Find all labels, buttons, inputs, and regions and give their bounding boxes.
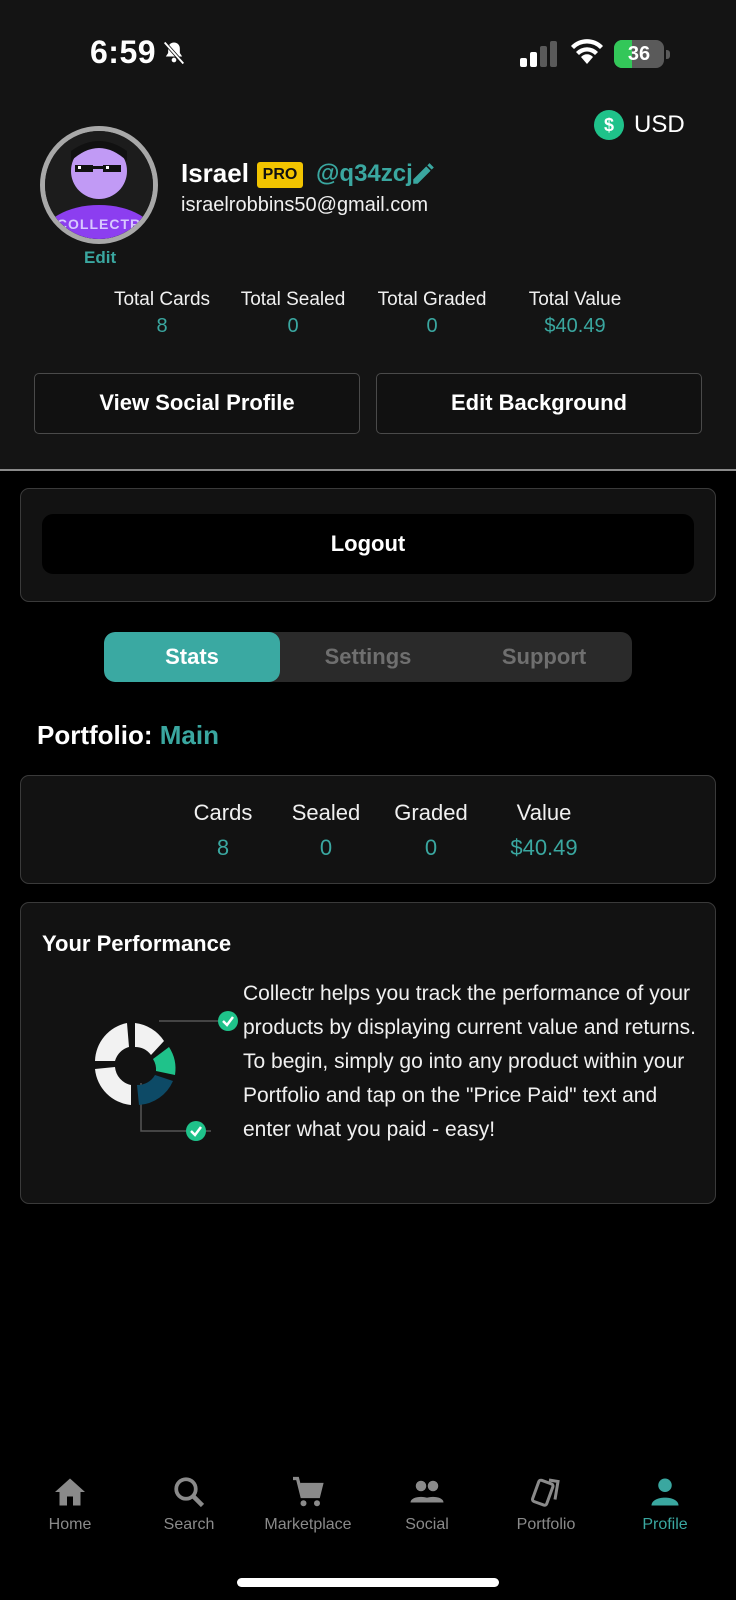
profile-header: 6:59 36 $ USD COLLECTR Edit Israel PRO @… (0, 0, 736, 471)
portfolio-sealed-stat: Sealed 0 (291, 800, 361, 860)
bottom-navigation: Home Search Marketplace Social Portfolio… (0, 1460, 736, 1560)
performance-card: Your Performance Collectr helps you trac… (20, 902, 716, 1204)
people-icon (410, 1480, 444, 1503)
bell-muted-icon (163, 41, 185, 65)
pro-badge: PRO (257, 162, 303, 188)
avatar[interactable]: COLLECTR (40, 126, 158, 244)
cards-icon (530, 1478, 560, 1507)
avatar-text: COLLECTR (57, 216, 141, 232)
home-indicator[interactable] (237, 1578, 499, 1587)
edit-avatar-link[interactable]: Edit (84, 248, 116, 268)
portfolio-graded-stat: Graded 0 (394, 800, 468, 860)
status-time: 6:59 (90, 34, 157, 70)
tab-support[interactable]: Support (456, 632, 632, 682)
user-email: israelrobbins50@gmail.com (181, 194, 429, 216)
dollar-icon[interactable]: $ (594, 110, 624, 140)
person-icon (651, 1478, 679, 1506)
portfolio-title: Portfolio: Main (37, 720, 219, 750)
pencil-icon[interactable] (410, 161, 436, 187)
edit-background-button[interactable]: Edit Background (376, 373, 702, 434)
nav-social[interactable]: Social (367, 1460, 487, 1534)
nav-home[interactable]: Home (10, 1460, 130, 1534)
logout-card: Logout (20, 488, 716, 602)
total-sealed-stat: Total Sealed 0 (240, 289, 346, 337)
nav-search[interactable]: Search (129, 1460, 249, 1534)
tab-settings[interactable]: Settings (280, 632, 456, 682)
currency-selector[interactable]: USD (634, 110, 685, 140)
search-icon (174, 1477, 205, 1508)
total-cards-stat: Total Cards 8 (113, 289, 211, 337)
logout-button[interactable]: Logout (42, 514, 694, 574)
performance-chart-icon (95, 1011, 238, 1141)
view-social-profile-button[interactable]: View Social Profile (34, 373, 360, 434)
wifi-icon (571, 39, 603, 64)
username: Israel (181, 158, 249, 188)
portfolio-stats-card: Cards 8 Sealed 0 Graded 0 Value $40.49 (20, 775, 716, 884)
battery-level: 36 (627, 43, 651, 65)
portfolio-name[interactable]: Main (160, 720, 219, 750)
tab-stats[interactable]: Stats (104, 632, 280, 682)
nav-portfolio[interactable]: Portfolio (486, 1460, 606, 1534)
user-handle: @q34zcj (316, 160, 413, 187)
home-icon (55, 1478, 85, 1506)
cart-icon (293, 1476, 324, 1507)
total-graded-stat: Total Graded 0 (377, 289, 487, 337)
nav-profile[interactable]: Profile (605, 1460, 725, 1534)
performance-title: Your Performance (42, 931, 232, 956)
total-value-stat: Total Value $40.49 (528, 289, 622, 337)
portfolio-cards-stat: Cards 8 (193, 800, 253, 860)
signal-icon (520, 41, 557, 67)
performance-description: Collectr helps you track the performance… (243, 982, 696, 1141)
battery-indicator: 36 (614, 40, 670, 68)
portfolio-value-stat: Value $40.49 (510, 800, 578, 860)
profile-tabs: Stats Settings Support (104, 632, 632, 682)
nav-marketplace[interactable]: Marketplace (248, 1460, 368, 1534)
